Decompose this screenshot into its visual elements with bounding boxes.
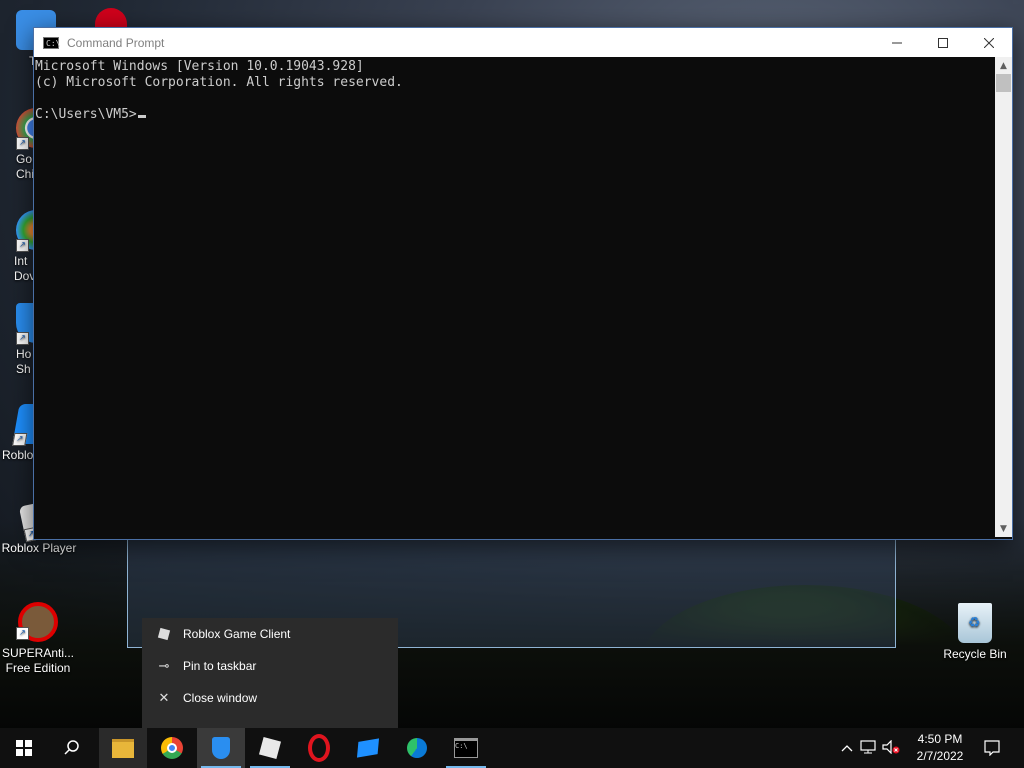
system-tray bbox=[838, 728, 902, 768]
window-title: Command Prompt bbox=[67, 35, 165, 50]
clock-time: 4:50 PM bbox=[917, 732, 963, 746]
shortcut-arrow-icon: ↗ bbox=[16, 627, 29, 640]
maximize-icon bbox=[938, 37, 948, 48]
taskbar-roblox[interactable] bbox=[246, 728, 294, 768]
taskbar-edge[interactable] bbox=[393, 728, 441, 768]
recycle-symbol-icon: ♻ bbox=[968, 614, 981, 630]
command-prompt-window[interactable]: C:\ Command Prompt Microsoft Windows [Ve… bbox=[33, 27, 1013, 540]
console-line: (c) Microsoft Corporation. All rights re… bbox=[35, 75, 403, 90]
minimize-button[interactable] bbox=[874, 28, 920, 57]
shortcut-arrow-icon: ↗ bbox=[16, 332, 29, 345]
pin-icon: ⊸ bbox=[158, 658, 170, 673]
scroll-up-button[interactable]: ▲ bbox=[995, 57, 1012, 74]
search-icon bbox=[64, 740, 79, 755]
desktop: Th ↗ Go Chi ↗ Int Dov ↗ Ho Sh ↗ Roblo ↗ … bbox=[0, 0, 1024, 728]
vertical-scrollbar[interactable]: ▲ ▼ bbox=[995, 57, 1012, 537]
clock-date: 2/7/2022 bbox=[916, 749, 964, 763]
scroll-thumb[interactable] bbox=[996, 74, 1011, 92]
network-icon[interactable] bbox=[856, 739, 880, 758]
show-hidden-icons-button[interactable] bbox=[838, 741, 856, 755]
roblox-icon bbox=[156, 626, 172, 642]
maximize-button[interactable] bbox=[920, 28, 966, 57]
edge-icon bbox=[407, 738, 427, 758]
start-button[interactable] bbox=[0, 728, 48, 768]
close-window-item[interactable]: ✕ Close window bbox=[142, 682, 398, 714]
close-icon: ✕ bbox=[158, 690, 170, 705]
minimize-icon bbox=[892, 42, 902, 43]
notification-icon bbox=[984, 740, 1000, 756]
chevron-down-icon: ▼ bbox=[1000, 523, 1007, 534]
shortcut-arrow-icon: ↗ bbox=[12, 433, 28, 446]
close-icon bbox=[984, 37, 994, 48]
antispyware-icon: ↗ bbox=[16, 602, 58, 642]
action-center-button[interactable] bbox=[968, 728, 1016, 768]
chevron-up-icon: ▲ bbox=[1000, 60, 1007, 71]
jump-list-app-label: Roblox Game Client bbox=[183, 627, 291, 641]
desktop-icon-label: SUPERAnti... Free Edition bbox=[1, 646, 75, 675]
taskbar: C:\ 4:50 PM 2/7/2022 bbox=[0, 728, 1024, 768]
windows-logo-icon bbox=[16, 740, 32, 756]
close-window-label: Close window bbox=[183, 691, 258, 705]
console-prompt: C:\Users\VM5> bbox=[35, 107, 137, 122]
scroll-down-button[interactable]: ▼ bbox=[995, 520, 1012, 537]
taskbar-jump-list: Roblox Game Client ⊸ Pin to taskbar ✕ Cl… bbox=[142, 618, 398, 728]
taskbar-roblox-studio[interactable] bbox=[344, 728, 392, 768]
pin-to-taskbar-label: Pin to taskbar bbox=[183, 659, 257, 673]
console-prompt-line: C:\Users\VM5> bbox=[35, 107, 994, 123]
taskbar-clock[interactable]: 4:50 PM 2/7/2022 bbox=[908, 731, 972, 765]
volume-muted-icon[interactable] bbox=[880, 739, 902, 758]
shortcut-arrow-icon: ↗ bbox=[16, 137, 29, 150]
desktop-icon-recycle-bin[interactable]: ♻ Recycle Bin bbox=[937, 603, 1013, 662]
roblox-icon bbox=[258, 736, 282, 760]
jump-list-app-item[interactable]: Roblox Game Client bbox=[142, 618, 398, 650]
shield-icon bbox=[212, 737, 230, 759]
close-button[interactable] bbox=[966, 28, 1012, 57]
console-line: ​ bbox=[35, 91, 994, 107]
desktop-icon-label: Roblox Player bbox=[1, 541, 77, 555]
console-line: Microsoft Windows [Version 10.0.19043.92… bbox=[35, 59, 364, 74]
search-button[interactable] bbox=[48, 728, 96, 768]
taskbar-command-prompt[interactable]: C:\ bbox=[442, 728, 490, 768]
recycle-bin-icon: ♻ bbox=[958, 603, 992, 643]
folder-icon bbox=[112, 738, 134, 758]
window-titlebar[interactable]: C:\ Command Prompt bbox=[34, 28, 1012, 57]
chevron-up-icon bbox=[841, 745, 853, 752]
taskbar-file-explorer[interactable] bbox=[99, 728, 147, 768]
cmd-app-icon[interactable]: C:\ bbox=[43, 36, 60, 49]
taskbar-chrome[interactable] bbox=[148, 728, 196, 768]
pin-to-taskbar-item[interactable]: ⊸ Pin to taskbar bbox=[142, 650, 398, 682]
shortcut-arrow-icon: ↗ bbox=[16, 239, 29, 252]
roblox-studio-icon bbox=[356, 738, 380, 758]
cmd-icon: C:\ bbox=[454, 738, 478, 758]
chrome-icon bbox=[161, 737, 183, 759]
console-output[interactable]: Microsoft Windows [Version 10.0.19043.92… bbox=[34, 57, 994, 537]
desktop-icon-label: Recycle Bin bbox=[943, 647, 1007, 661]
opera-icon bbox=[308, 734, 330, 762]
desktop-icon-superantispyware[interactable]: ↗ SUPERAnti... Free Edition bbox=[0, 602, 76, 676]
taskbar-hotspot-shield[interactable] bbox=[197, 728, 245, 768]
taskbar-opera[interactable] bbox=[295, 728, 343, 768]
text-cursor bbox=[137, 115, 146, 118]
